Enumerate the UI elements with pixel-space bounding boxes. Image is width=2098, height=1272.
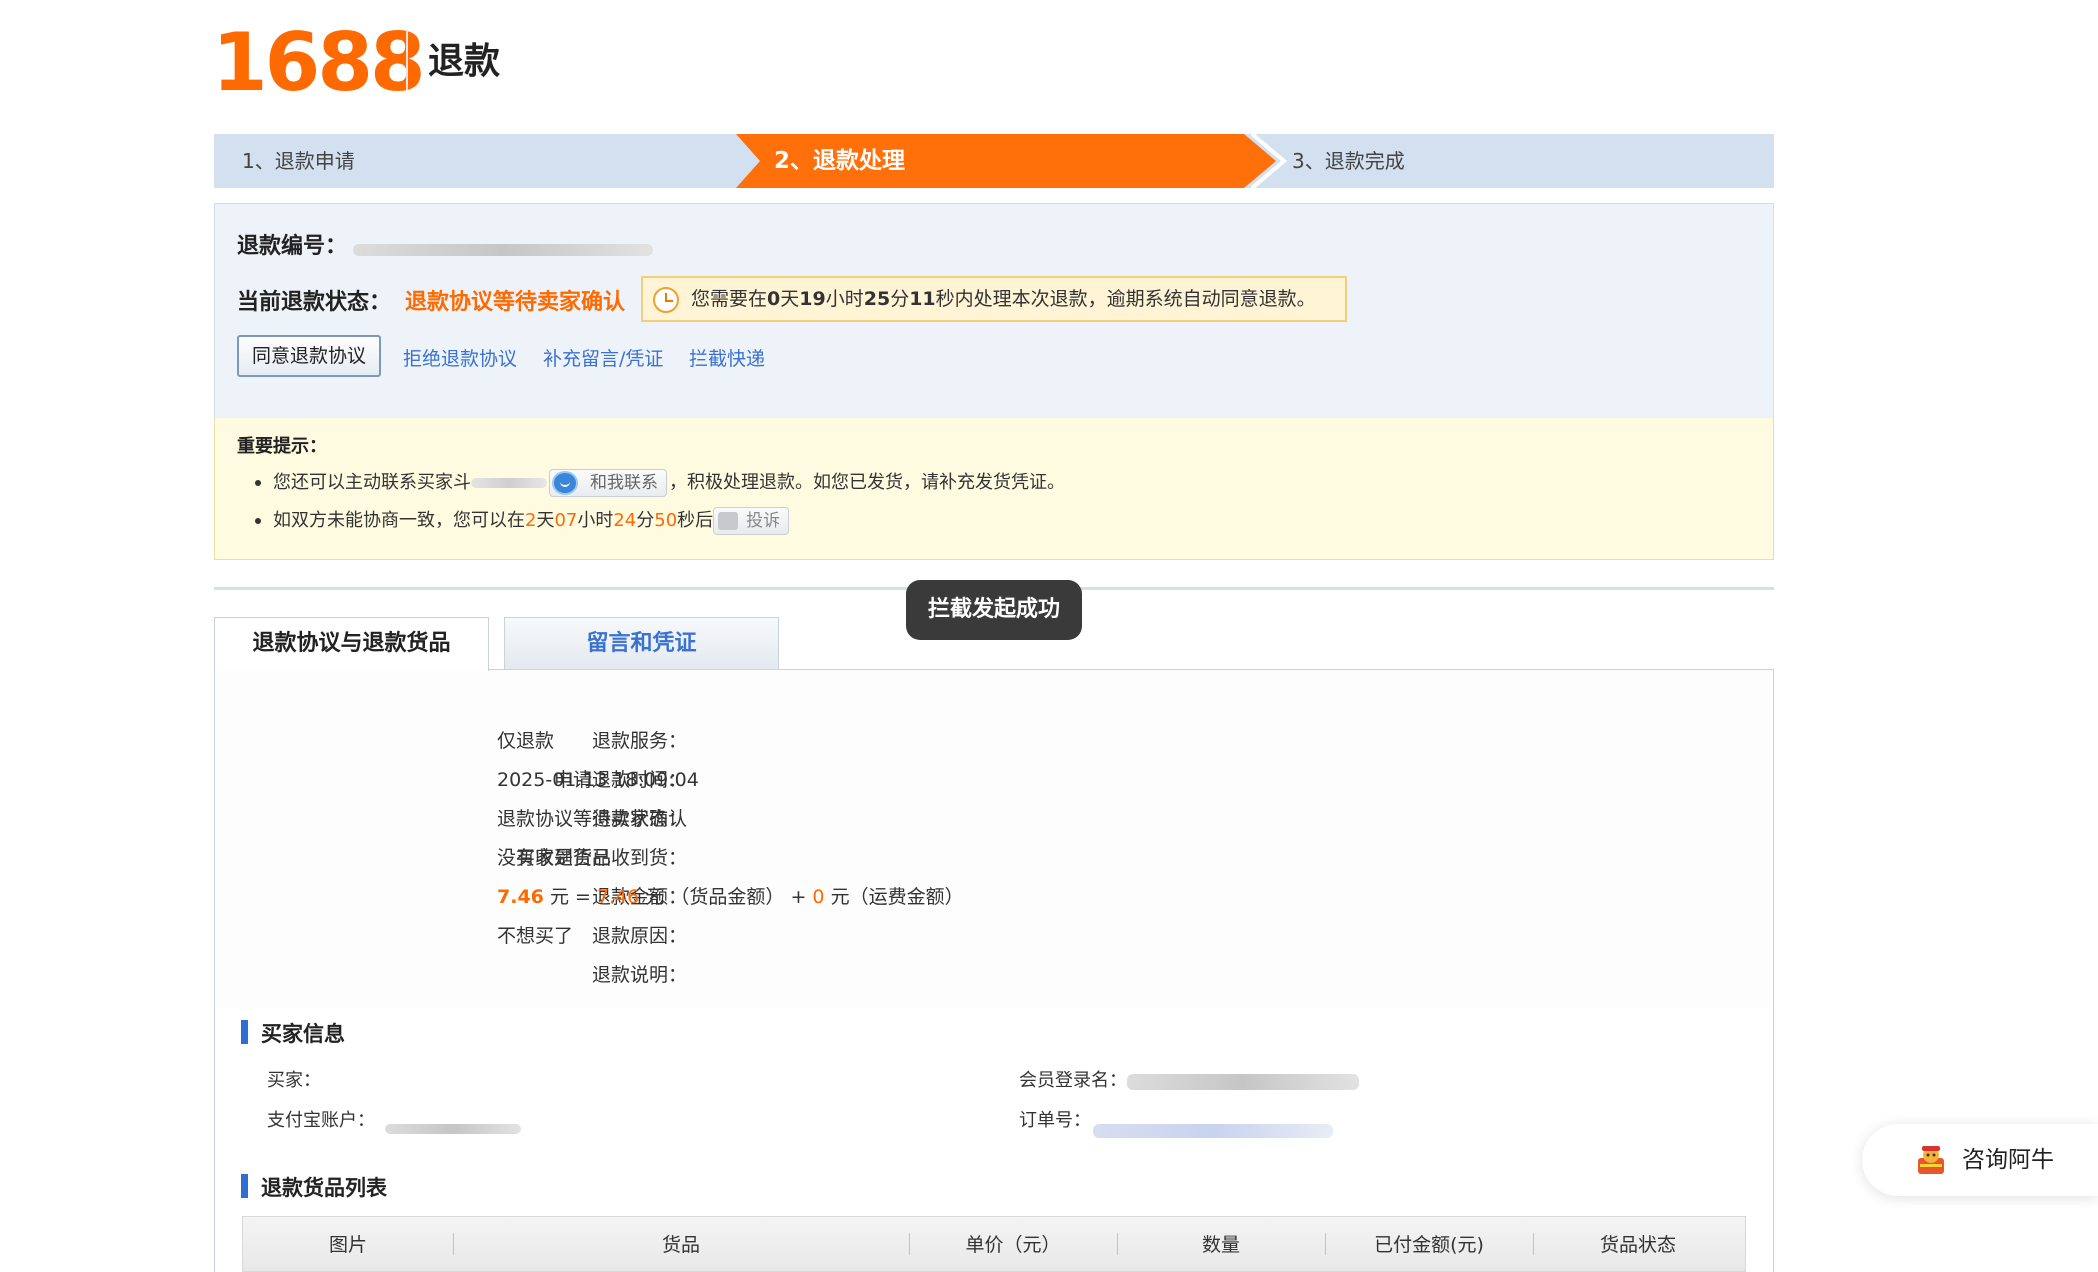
buyer-name-redacted [471,478,547,488]
contact-me-button[interactable]: 和我联系 [549,469,667,497]
detail-row-received: 买家是否已收到货： 没有收到货品 [497,847,687,869]
refund-amount-freight: 0 [812,886,825,908]
header-divider [406,30,408,90]
buyer-info-title: 买家信息 [241,1018,345,1048]
bullet-icon [255,518,261,524]
progress-steps: 1、退款申请 2、退款处理 3、退款完成 [214,134,1774,188]
detail-row-amount: 退款金额： 7.46 元 = 7.46 元 （货品金额） + 0 元（运费金额） [497,886,964,908]
col-paid-amount: 已付金额(元) [1374,1234,1484,1256]
col-goods-status: 货品状态 [1599,1234,1676,1256]
alipay-account-label: 支付宝账户： [267,1110,375,1131]
col-quantity: 数量 [1201,1234,1240,1256]
countdown-box: 您需要在0天19小时25分11秒内处理本次退款，逾期系统自动同意退款。 [641,276,1347,322]
bullet-icon [255,480,261,486]
col-unit-price: 单价（元） [965,1234,1061,1256]
chat-icon [552,471,578,495]
countdown-suffix: 秒内处理本次退款，逾期系统自动同意退款。 [935,288,1316,310]
important-notice: 重要提示： 您还可以主动联系买家斗 和我联系 ，积极处理退款。如您已发货，请补充发货… [214,418,1774,560]
refund-status-panel: 退款编号： 当前退款状态： 退款协议等待卖家确认 您需要在0天19小时25分11… [214,203,1774,419]
consult-label: 咨询阿牛 [1962,1147,2054,1173]
notice-title: 重要提示： [237,436,327,457]
refund-amount-total: 7.46 [497,886,544,908]
tab-messages-evidence[interactable]: 留言和凭证 [504,617,779,671]
reject-refund-link[interactable]: 拒绝退款协议 [403,344,517,371]
refund-number-redacted [353,244,653,256]
detail-row-description: 退款说明： [591,964,687,986]
current-state-label: 当前退款状态： [237,290,392,315]
step-complete: 3、退款完成 [1292,149,1405,173]
aniu-icon [1918,1146,1944,1174]
toast-message: 拦截发起成功 [906,580,1082,640]
step-process: 2、退款处理 [774,148,906,174]
step-arrow [1250,134,1288,188]
complain-button[interactable]: 投诉 [713,507,790,535]
member-login-redacted [1127,1074,1359,1090]
countdown-seconds: 11 [909,288,936,310]
consult-aniu-button[interactable]: 咨询阿牛 [1862,1124,2098,1196]
buyer-name-partial: 斗 [453,472,471,493]
refund-number-label: 退款编号： [237,234,348,259]
order-number-redacted [1093,1124,1333,1138]
detail-row-time: 申请退款时间： 2025-01-13 18:09:04 [497,769,699,791]
current-state-value: 退款协议等待卖家确认 [405,290,626,315]
col-image: 图片 [328,1234,367,1256]
countdown-hours: 19 [799,288,826,310]
clock-icon [653,287,679,313]
step-apply: 1、退款申请 [242,149,355,173]
intercept-express-link[interactable]: 拦截快递 [689,344,765,371]
page-title: 退款 [428,41,501,82]
detail-row-reason: 退款原因： 不想买了 [497,925,687,947]
add-evidence-link[interactable]: 补充留言/凭证 [543,344,663,371]
col-goods: 货品 [661,1234,700,1256]
tab-refund-agreement[interactable]: 退款协议与退款货品 [214,617,489,671]
detail-row-state: 退款状态： 退款协议等待卖家确认 [497,808,688,830]
countdown-prefix: 您需要在 [691,288,768,310]
refund-details: 退款服务： 仅退款 申请退款时间： 2025-01-13 18:09:04 退款… [214,669,1774,1009]
refund-amount-goods: 7.46 [596,886,640,908]
goods-list-title: 退款货品列表 [241,1172,387,1202]
notice-line-contact: 您还可以主动联系买家斗 和我联系 ，积极处理退款。如您已发货，请补充发货凭证。 [255,468,1065,497]
countdown-days: 0 [767,288,781,310]
member-login-label: 会员登录名： [1019,1070,1127,1091]
complain-icon [718,512,739,530]
logo-1688[interactable]: 1688 [212,18,426,108]
detail-row-service: 退款服务： 仅退款 [497,730,687,752]
countdown-minutes: 25 [863,288,891,310]
page: 1688 退款 1、退款申请 2、退款处理 3、退款完成 退款编号： 当前退款状… [0,0,2098,1272]
order-number-label: 订单号： [1019,1110,1091,1131]
buyer-label: 买家： [267,1070,321,1091]
goods-table-header: 图片 货品 单价（元） 数量 已付金额(元) 货品状态 [242,1216,1746,1272]
notice-line-complain: 如双方未能协商一致，您可以在2天07小时24分50秒后 投诉 [255,506,790,535]
agree-refund-button[interactable]: 同意退款协议 [237,335,381,377]
alipay-account-redacted [385,1124,521,1134]
